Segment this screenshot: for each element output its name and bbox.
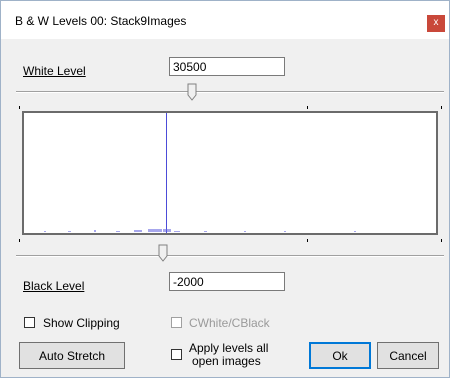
apply-all-label: Apply levels all open images — [189, 342, 268, 368]
black-slider-thumb[interactable] — [158, 244, 168, 262]
ok-button[interactable]: Ok — [309, 342, 371, 369]
black-level-input[interactable] — [169, 272, 285, 291]
white-level-input[interactable] — [169, 57, 285, 76]
close-button[interactable]: x — [427, 15, 445, 32]
show-clipping-checkbox[interactable] — [24, 317, 35, 328]
tick-mark — [19, 239, 20, 242]
apply-all-label-line2: open images — [192, 354, 261, 368]
tick-mark — [307, 239, 308, 242]
tick-mark — [19, 106, 20, 109]
show-clipping-label: Show Clipping — [43, 316, 120, 330]
title-bar: B & W Levels 00: Stack9Images x — [1, 1, 449, 39]
cwhite-cblack-checkbox[interactable] — [171, 317, 182, 328]
tick-mark — [441, 239, 442, 242]
window-title: B & W Levels 00: Stack9Images — [15, 14, 187, 28]
black-level-label: Black Level — [23, 279, 85, 293]
tick-mark — [441, 106, 442, 109]
tick-mark — [307, 106, 308, 109]
white-slider-thumb[interactable] — [187, 83, 197, 101]
levels-dialog: B & W Levels 00: Stack9Images x White Le… — [0, 0, 450, 378]
apply-all-label-line1: Apply levels all — [189, 341, 269, 355]
auto-stretch-button[interactable]: Auto Stretch — [19, 342, 125, 369]
histogram-data-svg — [44, 229, 356, 232]
apply-all-checkbox[interactable] — [171, 349, 182, 360]
white-level-label: White Level — [23, 64, 86, 78]
cwhite-cblack-label: CWhite/CBlack — [189, 316, 270, 330]
cancel-button[interactable]: Cancel — [377, 342, 439, 369]
histogram-plot — [22, 111, 438, 235]
